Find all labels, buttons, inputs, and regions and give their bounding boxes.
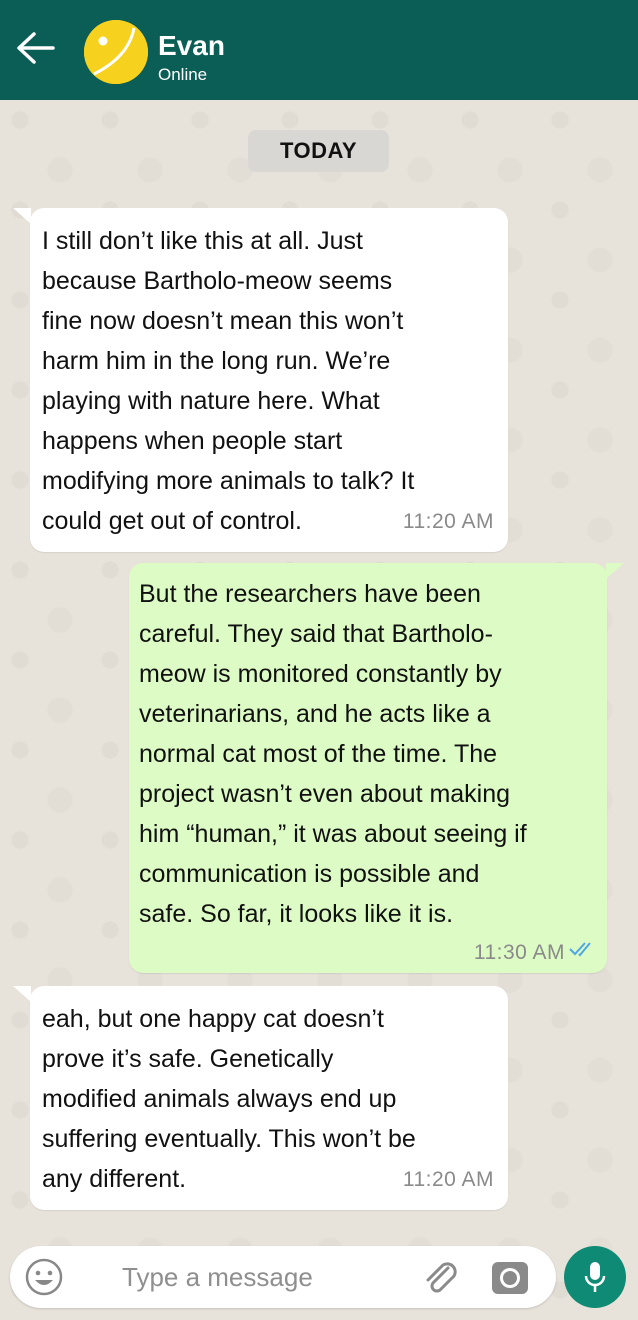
bubble-tail: [13, 986, 31, 1002]
message-time: 11:20 AM: [402, 1168, 494, 1191]
microphone-icon[interactable]: [564, 1246, 626, 1308]
bubble-tail: [606, 563, 624, 579]
contact-status: Online: [158, 65, 208, 84]
tennis-ball-avatar-icon: [84, 20, 148, 84]
message-input[interactable]: [122, 1256, 402, 1298]
avatar[interactable]: [84, 20, 148, 84]
message-text: I still don’t like this at all. Just bec…: [42, 227, 415, 535]
camera-icon[interactable]: [490, 1258, 530, 1298]
message-text: But the researchers have been careful. T…: [139, 580, 527, 928]
message-bubble-incoming[interactable]: eah, but one happy cat doesn’t prove it’…: [30, 986, 508, 1210]
back-arrow-icon[interactable]: [14, 30, 56, 66]
date-separator: TODAY: [248, 130, 389, 172]
message-bubble-incoming[interactable]: I still don’t like this at all. Just bec…: [30, 208, 508, 552]
bubble-tail: [13, 208, 31, 224]
contact-name[interactable]: Evan: [158, 30, 225, 62]
chat-header: Evan Online: [0, 0, 638, 100]
double-check-icon: [569, 929, 597, 969]
message-bubble-outgoing[interactable]: But the researchers have been careful. T…: [129, 563, 607, 973]
paperclip-icon[interactable]: [418, 1256, 462, 1300]
message-composer: [10, 1246, 556, 1308]
message-time: 11:20 AM: [402, 510, 494, 533]
message-time: 11:30 AM: [473, 941, 565, 964]
emoji-icon[interactable]: [24, 1257, 64, 1297]
